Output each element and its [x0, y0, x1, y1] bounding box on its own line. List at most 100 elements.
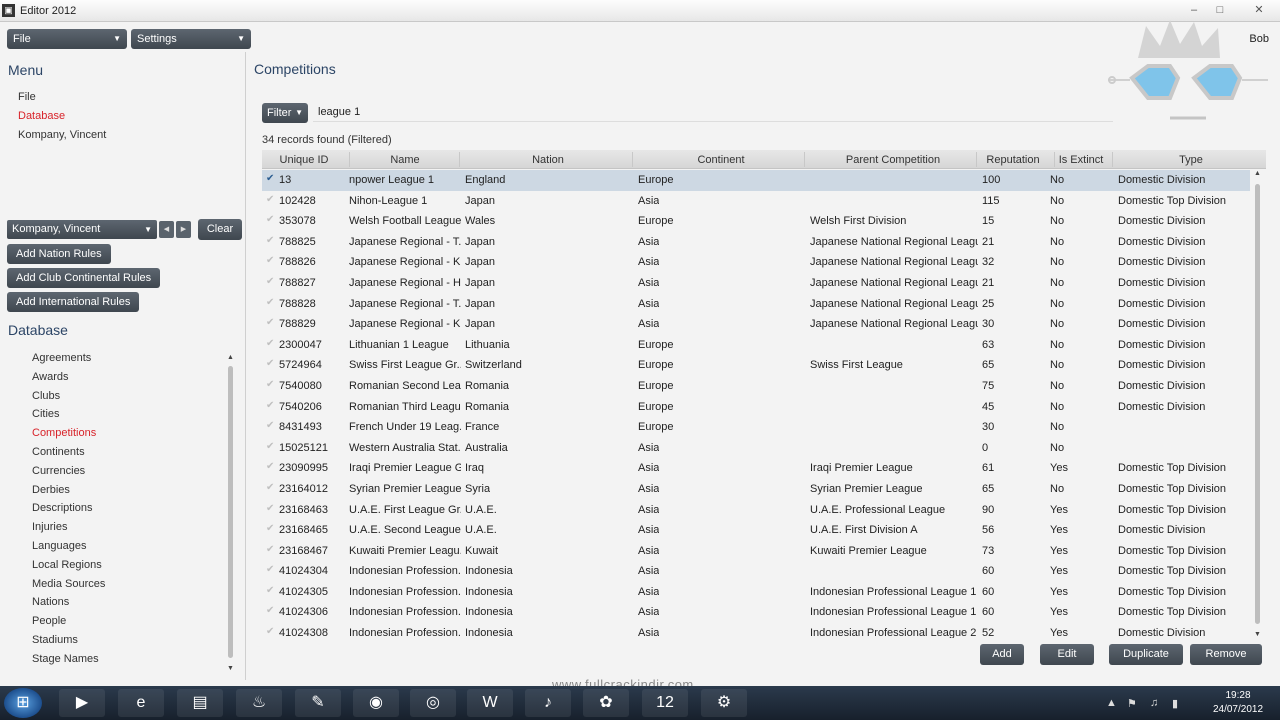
- check-icon[interactable]: ✔: [266, 379, 274, 390]
- column-separator[interactable]: [459, 152, 460, 167]
- table-row[interactable]: ✔ 788829 Japanese Regional - K... Japan Asia…: [262, 314, 1250, 335]
- table-row[interactable]: ✔ 788828 Japanese Regional - T... Japan Asia…: [262, 294, 1250, 315]
- sidebar-item-currencies[interactable]: Currencies: [32, 465, 85, 477]
- folder-icon[interactable]: ▤: [177, 689, 223, 717]
- column-header-continent[interactable]: Continent: [651, 154, 791, 166]
- table-scrollbar[interactable]: ▲ ▼: [1252, 170, 1262, 638]
- show-hidden-icons-icon[interactable]: ▲: [1106, 697, 1117, 709]
- sidebar-item-stage-names[interactable]: Stage Names: [32, 653, 99, 665]
- table-row[interactable]: ✔ 41024305 Indonesian Profession... Indones…: [262, 582, 1250, 603]
- clock[interactable]: 19:28 24/07/2012: [1208, 689, 1268, 717]
- check-icon[interactable]: ✔: [266, 564, 274, 575]
- filter-input[interactable]: [313, 103, 1113, 122]
- table-row[interactable]: ✔ 23168465 U.A.E. Second League ... U.A.E. A…: [262, 520, 1250, 541]
- menu-item-file[interactable]: File: [18, 91, 36, 103]
- sidebar-item-awards[interactable]: Awards: [32, 371, 68, 383]
- scroll-thumb[interactable]: [1255, 184, 1260, 624]
- sidebar-item-injuries[interactable]: Injuries: [32, 521, 67, 533]
- maximize-icon[interactable]: □: [1211, 3, 1229, 17]
- check-icon[interactable]: ✔: [266, 173, 274, 184]
- close-icon[interactable]: ✕: [1250, 3, 1268, 17]
- column-separator[interactable]: [1054, 152, 1055, 167]
- sidebar-item-media-sources[interactable]: Media Sources: [32, 578, 105, 590]
- check-icon[interactable]: ✔: [266, 338, 274, 349]
- check-icon[interactable]: ✔: [266, 626, 274, 637]
- database-scrollbar[interactable]: ▲ ▼: [226, 354, 236, 672]
- add-nation-rules-button[interactable]: Add Nation Rules: [7, 244, 111, 264]
- volume-icon[interactable]: ♫: [1150, 697, 1158, 709]
- firefox-icon[interactable]: ◉: [353, 689, 399, 717]
- column-separator[interactable]: [1112, 152, 1113, 167]
- add-club-continental-rules-button[interactable]: Add Club Continental Rules: [7, 268, 161, 288]
- duplicate-button[interactable]: Duplicate: [1109, 644, 1183, 665]
- column-separator[interactable]: [349, 152, 350, 167]
- column-separator[interactable]: [804, 152, 805, 167]
- check-icon[interactable]: ✔: [266, 461, 274, 472]
- flag-icon[interactable]: ⚑: [1127, 697, 1137, 710]
- network-icon[interactable]: ▮: [1172, 697, 1178, 710]
- check-icon[interactable]: ✔: [266, 400, 274, 411]
- column-header-type[interactable]: Type: [1121, 154, 1261, 166]
- table-row[interactable]: ✔ 7540080 Romanian Second Lea... Romania Eur…: [262, 376, 1250, 397]
- column-header-parent-competition[interactable]: Parent Competition: [823, 154, 963, 166]
- messenger-icon[interactable]: ✿: [583, 689, 629, 717]
- scroll-thumb[interactable]: [228, 366, 233, 658]
- table-row[interactable]: ✔ 23090995 Iraqi Premier League G... Iraq As…: [262, 458, 1250, 479]
- table-row[interactable]: ✔ 13 npower League 1 England Europe 100 No Dome…: [262, 170, 1250, 191]
- check-icon[interactable]: ✔: [266, 605, 274, 616]
- check-icon[interactable]: ✔: [266, 358, 274, 369]
- filter-dropdown[interactable]: Filter ▼: [262, 103, 308, 123]
- remove-button[interactable]: Remove: [1190, 644, 1262, 665]
- menu-item-database[interactable]: Database: [18, 110, 65, 122]
- sidebar-item-people[interactable]: People: [32, 615, 66, 627]
- scroll-down-icon[interactable]: ▼: [227, 665, 234, 672]
- column-separator[interactable]: [976, 152, 977, 167]
- check-icon[interactable]: ✔: [266, 276, 274, 287]
- check-icon[interactable]: ✔: [266, 544, 274, 555]
- sidebar-item-derbies[interactable]: Derbies: [32, 484, 70, 496]
- tool-icon[interactable]: ⚙: [701, 689, 747, 717]
- file-dropdown[interactable]: File ▼: [7, 29, 127, 49]
- table-row[interactable]: ✔ 2300047 Lithuanian 1 League Lithuania Euro…: [262, 335, 1250, 356]
- table-row[interactable]: ✔ 23168463 U.A.E. First League Gr... U.A.E.…: [262, 500, 1250, 521]
- sidebar-item-descriptions[interactable]: Descriptions: [32, 502, 93, 514]
- settings-dropdown[interactable]: Settings ▼: [131, 29, 251, 49]
- table-row[interactable]: ✔ 788827 Japanese Regional - H... Japan Asia…: [262, 273, 1250, 294]
- scroll-up-icon[interactable]: ▲: [1254, 170, 1261, 177]
- fm12-icon[interactable]: 12: [642, 689, 688, 717]
- scroll-down-icon[interactable]: ▼: [1254, 631, 1261, 638]
- start-button[interactable]: ⊞: [4, 688, 42, 718]
- check-icon[interactable]: ✔: [266, 235, 274, 246]
- media-player-icon[interactable]: ▶: [59, 689, 105, 717]
- internet-explorer-icon[interactable]: e: [118, 689, 164, 717]
- check-icon[interactable]: ✔: [266, 214, 274, 225]
- sidebar-item-stadiums[interactable]: Stadiums: [32, 634, 78, 646]
- table-row[interactable]: ✔ 788826 Japanese Regional - K... Japan Asia…: [262, 252, 1250, 273]
- check-icon[interactable]: ✔: [266, 441, 274, 452]
- sidebar-item-languages[interactable]: Languages: [32, 540, 86, 552]
- table-row[interactable]: ✔ 15025121 Western Australia Stat... Austra…: [262, 438, 1250, 459]
- table-row[interactable]: ✔ 5724964 Swiss First League Gr... Switzerl…: [262, 355, 1250, 376]
- check-icon[interactable]: ✔: [266, 194, 274, 205]
- table-row[interactable]: ✔ 41024304 Indonesian Profession... Indones…: [262, 561, 1250, 582]
- table-row[interactable]: ✔ 102428 Nihon-League 1 Japan Asia 115 No Domes…: [262, 191, 1250, 212]
- check-icon[interactable]: ✔: [266, 482, 274, 493]
- check-icon[interactable]: ✔: [266, 317, 274, 328]
- word-icon[interactable]: W: [467, 689, 513, 717]
- check-icon[interactable]: ✔: [266, 255, 274, 266]
- clear-button[interactable]: Clear: [198, 219, 242, 240]
- sidebar-item-local-regions[interactable]: Local Regions: [32, 559, 102, 571]
- table-row[interactable]: ✔ 23168467 Kuwaiti Premier Leagu... Kuwait A…: [262, 541, 1250, 562]
- sidebar-item-continents[interactable]: Continents: [32, 446, 85, 458]
- table-row[interactable]: ✔ 23164012 Syrian Premier League ... Syria A…: [262, 479, 1250, 500]
- menu-item-kompany-vincent[interactable]: Kompany, Vincent: [18, 129, 106, 141]
- check-icon[interactable]: ✔: [266, 420, 274, 431]
- table-row[interactable]: ✔ 41024306 Indonesian Profession... Indones…: [262, 602, 1250, 623]
- table-row[interactable]: ✔ 788825 Japanese Regional - T... Japan Asia…: [262, 232, 1250, 253]
- sidebar-item-clubs[interactable]: Clubs: [32, 390, 60, 402]
- itunes-icon[interactable]: ♪: [525, 689, 571, 717]
- check-icon[interactable]: ✔: [266, 297, 274, 308]
- scroll-up-icon[interactable]: ▲: [227, 354, 234, 361]
- sidebar-item-agreements[interactable]: Agreements: [32, 352, 91, 364]
- column-header-nation[interactable]: Nation: [478, 154, 618, 166]
